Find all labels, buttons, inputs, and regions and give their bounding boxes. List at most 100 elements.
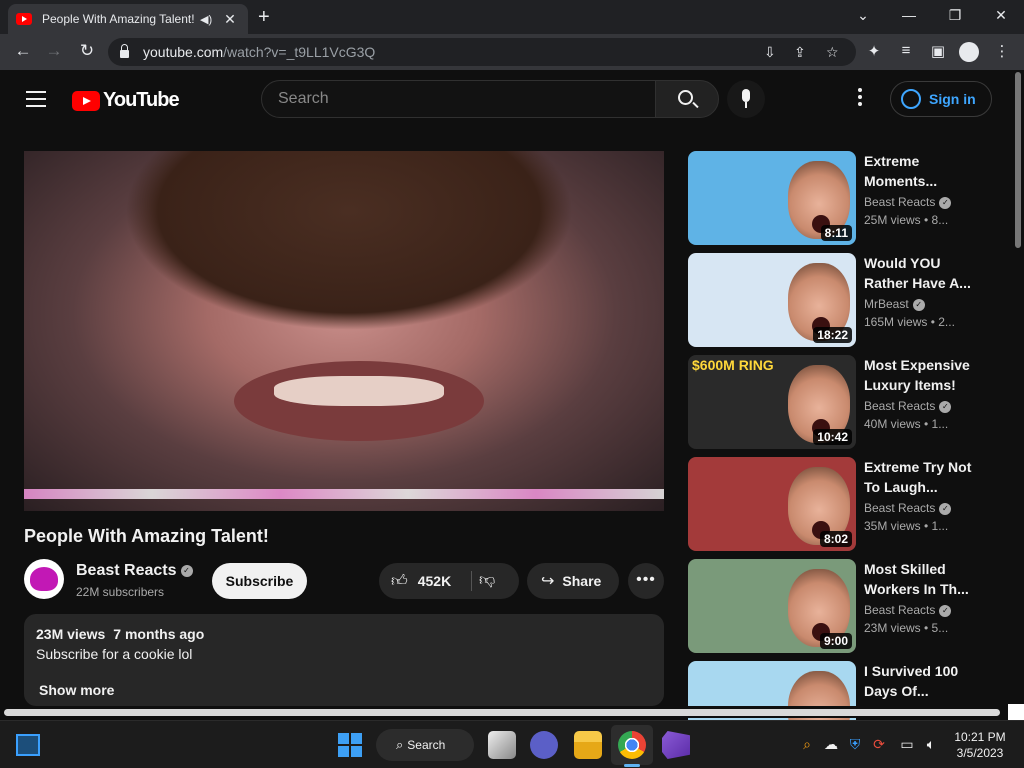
restore-button[interactable]: ❐ (932, 4, 978, 26)
recommendation-title[interactable]: Most Expensive Luxury Items! (864, 355, 974, 395)
channel-avatar[interactable] (24, 559, 64, 599)
video-player[interactable] (24, 151, 664, 511)
subscribe-button[interactable]: Subscribe (212, 563, 307, 599)
share-button[interactable]: ↪ Share (527, 563, 619, 599)
recommendation-thumbnail[interactable]: 8:11 (688, 151, 856, 245)
search-button[interactable] (655, 80, 719, 118)
tab-search-icon[interactable]: ⌄ (840, 4, 886, 26)
start-windows-icon[interactable] (338, 733, 362, 757)
address-bar[interactable]: youtube.com /watch?v=_t9LL1VcG3Q ⇩ ⇪ ☆ (108, 38, 856, 66)
recommendation-meta: 35M views • 1... (864, 519, 949, 533)
settings-kebab-icon[interactable] (858, 88, 864, 109)
close-window-button[interactable]: ✕ (978, 4, 1024, 26)
sign-in-button[interactable]: Sign in (890, 81, 992, 117)
recommendation-channel-name: Beast Reacts (864, 603, 936, 617)
extensions-puzzle-icon[interactable]: ✦ (864, 42, 884, 60)
recommendation-meta: 165M views • 2... (864, 315, 955, 329)
task-view-icon[interactable] (488, 731, 516, 759)
recommendation-item[interactable]: $600M RING 10:42 Most Expensive Luxury Ite… (688, 355, 988, 449)
recommendation-thumbnail[interactable]: 18:22 (688, 253, 856, 347)
description-meta: 23M views 7 months ago (36, 626, 652, 642)
security-shield-icon[interactable]: ⛨ (846, 736, 864, 753)
volume-icon[interactable]: 🔈︎ (922, 736, 940, 753)
recommendation-title[interactable]: Extreme Moments... (864, 151, 974, 191)
system-clock[interactable]: 10:21 PM 3/5/2023 (948, 729, 1012, 761)
bookmark-star-icon[interactable]: ☆ (826, 44, 839, 61)
recommendation-channel[interactable]: Beast Reacts ✓ (864, 603, 952, 617)
back-arrow-icon[interactable]: ← (12, 41, 34, 61)
teams-chat-icon[interactable] (530, 731, 558, 759)
network-monitor-icon[interactable]: ▭ (898, 736, 916, 753)
browser-menu-icon[interactable]: ⋮ (992, 42, 1012, 60)
description-box[interactable]: 23M views 7 months ago Subscribe for a co… (24, 614, 664, 706)
recommendation-channel[interactable]: Beast Reacts ✓ (864, 399, 952, 413)
speaker-icon[interactable]: ◀) (200, 13, 212, 26)
media-control-icon[interactable]: ≡ (896, 42, 916, 59)
youtube-logo[interactable]: YouTube (72, 89, 180, 112)
forward-arrow-icon[interactable]: → (43, 41, 65, 61)
tab-close-icon[interactable]: ✕ (224, 11, 236, 28)
url-path: /watch?v=_t9LL1VcG3Q (223, 44, 376, 60)
video-frame-hair (124, 151, 574, 331)
reload-icon[interactable]: ↻ (76, 41, 98, 61)
recommendation-thumbnail[interactable]: 9:00 (688, 559, 856, 653)
install-app-icon[interactable]: ⇩ (764, 44, 776, 61)
widgets-icon[interactable] (16, 734, 40, 756)
search-tray-icon[interactable]: ⌕ (798, 736, 816, 753)
channel-name-text: Beast Reacts (76, 562, 177, 579)
like-count: 452K (417, 573, 452, 589)
like-button[interactable]: 👍︎ 452K (379, 563, 471, 599)
taskbar-search[interactable]: ⌕ Search (376, 729, 474, 761)
channel-name[interactable]: Beast Reacts ✓ (76, 562, 193, 580)
onedrive-cloud-icon[interactable]: ☁ (822, 736, 840, 753)
recommendation-channel-name: MrBeast (864, 297, 909, 311)
browser-tab-bar: People With Amazing Talent! ◀) ✕ + ⌄ — ❐… (0, 0, 1024, 34)
recommendation-thumbnail[interactable]: $600M RING 10:42 (688, 355, 856, 449)
clock-time: 10:21 PM (954, 730, 1006, 744)
show-more-link[interactable]: Show more (39, 682, 652, 698)
recommendation-title[interactable]: Would YOU Rather Have A... (864, 253, 974, 293)
video-duration: 18:22 (813, 327, 852, 343)
video-frame-teeth (274, 376, 444, 406)
visual-studio-icon[interactable] (662, 731, 690, 759)
recommendation-item[interactable]: 18:22 Would YOU Rather Have A... MrBeast ✓ 1… (688, 253, 988, 347)
thumbs-up-icon: 👍︎ (391, 572, 408, 590)
url-host: youtube.com (143, 44, 224, 60)
hamburger-menu-icon[interactable] (26, 91, 46, 112)
verified-check-icon: ✓ (939, 196, 952, 209)
new-tab-button[interactable]: + (258, 6, 270, 29)
verified-check-icon: ✓ (912, 298, 925, 311)
recommendation-channel[interactable]: Beast Reacts ✓ (864, 195, 952, 209)
more-actions-button[interactable]: ••• (628, 563, 664, 599)
recommendation-item[interactable]: I Survived 100 Days Of... (688, 661, 988, 755)
share-page-icon[interactable]: ⇪ (794, 44, 806, 61)
file-explorer-icon[interactable] (574, 731, 602, 759)
horizontal-scrollbar[interactable] (0, 706, 1012, 718)
side-panel-icon[interactable]: ▣ (928, 42, 948, 60)
lock-icon[interactable] (120, 44, 129, 58)
recommendation-channel[interactable]: MrBeast ✓ (864, 297, 925, 311)
recommendation-meta: 25M views • 8... (864, 213, 949, 227)
thumbs-down-icon[interactable]: 👎︎ (479, 571, 495, 590)
recommendation-title[interactable]: Most Skilled Workers In Th... (864, 559, 974, 599)
recommendation-channel-name: Beast Reacts (864, 399, 936, 413)
search-icon (678, 90, 693, 105)
search-input[interactable]: Search (261, 80, 656, 118)
horizontal-scroll-thumb[interactable] (4, 709, 1000, 716)
chrome-icon[interactable] (618, 731, 646, 759)
recommendation-thumbnail[interactable]: 8:02 (688, 457, 856, 551)
profile-avatar-icon[interactable] (959, 42, 979, 62)
vertical-scroll-thumb[interactable] (1015, 72, 1021, 248)
update-sync-icon[interactable]: ⟳ (870, 736, 888, 753)
recommendation-item[interactable]: 8:02 Extreme Try Not To Laugh... Beast Rea… (688, 457, 988, 551)
recommendation-channel[interactable]: Beast Reacts ✓ (864, 501, 952, 515)
browser-tab[interactable]: People With Amazing Talent! ◀) ✕ (8, 4, 248, 34)
taskbar-search-label: Search (407, 738, 446, 752)
minimize-button[interactable]: — (886, 4, 932, 26)
vertical-scrollbar[interactable] (1012, 70, 1024, 706)
recommendation-item[interactable]: 9:00 Most Skilled Workers In Th... Beast R… (688, 559, 988, 653)
recommendation-title[interactable]: Extreme Try Not To Laugh... (864, 457, 974, 497)
recommendation-item[interactable]: 8:11 Extreme Moments... Beast Reacts ✓ 25M v… (688, 151, 988, 245)
voice-search-mic-icon[interactable] (727, 80, 765, 118)
recommendation-title[interactable]: I Survived 100 Days Of... (864, 661, 974, 701)
